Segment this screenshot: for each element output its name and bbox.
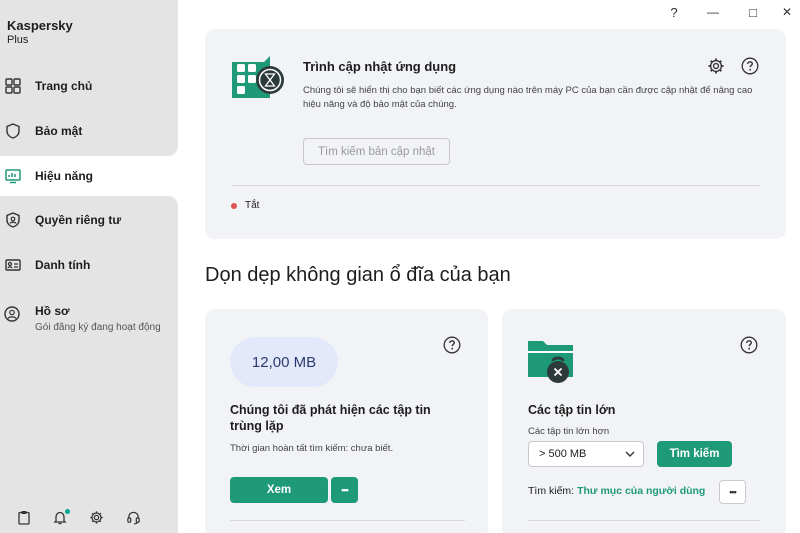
app-updater-card: Trình cập nhật ứng dụng Chúng tôi sẽ hiể…	[205, 29, 786, 239]
monitor-performance-icon	[4, 167, 22, 185]
section-title: Dọn dẹp không gian ổ đĩa của bạn	[205, 264, 511, 286]
user-folders-link[interactable]: Thư mục của người dùng	[577, 485, 705, 497]
app-edition: Plus	[7, 34, 29, 46]
id-card-icon	[4, 256, 22, 274]
sidebar-item-home[interactable]: Trang chủ	[0, 66, 178, 106]
app-updater-icon	[230, 56, 288, 104]
subscription-status: Gói đăng ký đang hoạt động	[35, 322, 161, 333]
large-files-card: Các tập tin lớn Các tập tin lớn hơn > 50…	[502, 309, 786, 533]
window-help-button[interactable]: ?	[664, 3, 684, 21]
duplicate-size-badge: 12,00 MB	[230, 337, 338, 387]
status-dot	[231, 202, 237, 209]
sidebar-item-label: Trang chủ	[35, 79, 93, 93]
duplicate-files-card: 12,00 MB Chúng tôi đã phát hiện các tập …	[205, 309, 488, 533]
status-text: Tắt	[245, 200, 260, 211]
headset-icon[interactable]	[126, 510, 142, 526]
divider	[528, 520, 760, 521]
settings-gear-icon[interactable]	[707, 57, 725, 75]
card-title: Các tập tin lớn	[528, 403, 616, 417]
gear-icon[interactable]	[89, 510, 105, 526]
window-maximize-button[interactable]: □	[743, 3, 763, 21]
more-options-button[interactable]: •••	[719, 480, 746, 504]
search-location-label: Tìm kiếm:	[528, 485, 575, 497]
more-dots-icon: •••	[729, 487, 737, 497]
chevron-down-icon	[625, 448, 635, 460]
sidebar-item-profile[interactable]: Hồ sơ Gói đăng ký đang hoạt động	[0, 300, 178, 340]
divider	[230, 520, 465, 521]
help-icon[interactable]	[443, 336, 461, 354]
sidebar-item-label: Danh tính	[35, 258, 91, 272]
sidebar: Kaspersky Plus Trang chủ Bảo mật Hiệu nă…	[0, 0, 178, 533]
sidebar-item-performance[interactable]: Hiệu năng	[0, 156, 178, 196]
clipboard-icon[interactable]	[17, 510, 33, 526]
window-close-button[interactable]: ✕	[777, 3, 797, 21]
sidebar-item-label: Quyền riêng tư	[35, 213, 122, 227]
more-options-button[interactable]: •••	[331, 477, 358, 503]
view-button[interactable]: Xem	[230, 477, 328, 503]
search-time-note: Thời gian hoàn tất tìm kiếm: chưa biết.	[230, 443, 394, 454]
sidebar-footer	[0, 509, 178, 530]
home-grid-icon	[4, 77, 22, 95]
sidebar-item-label: Bảo mật	[35, 124, 83, 138]
sidebar-item-label: Hiệu năng	[35, 169, 94, 183]
status-indicator: Tắt	[231, 200, 259, 211]
search-location: Tìm kiếm: Thư mục của người dùng	[528, 485, 705, 497]
profile-label: Hồ sơ	[35, 304, 70, 318]
sidebar-item-privacy[interactable]: Quyền riêng tư	[0, 200, 178, 240]
user-icon	[4, 306, 22, 324]
app-name: Kaspersky	[7, 18, 73, 33]
bell-icon[interactable]	[53, 509, 70, 526]
privacy-shield-icon	[4, 211, 22, 229]
sidebar-item-security[interactable]: Bảo mật	[0, 111, 178, 151]
divider	[231, 185, 761, 186]
brand: Kaspersky Plus	[7, 18, 73, 46]
folder-weight-icon	[527, 337, 575, 385]
search-updates-button[interactable]: Tìm kiếm bản cập nhật	[303, 138, 450, 165]
help-icon[interactable]	[740, 336, 758, 354]
help-icon[interactable]	[741, 57, 759, 75]
window-minimize-button[interactable]: —	[703, 3, 723, 21]
shield-icon	[4, 122, 22, 140]
notification-dot	[65, 509, 70, 514]
card-title: Chúng tôi đã phát hiện các tập tin trùng…	[230, 403, 431, 433]
search-large-files-button[interactable]: Tìm kiếm	[657, 441, 732, 467]
size-filter-label: Các tập tin lớn hơn	[528, 426, 610, 437]
sidebar-item-identity[interactable]: Danh tính	[0, 245, 178, 285]
size-filter-select[interactable]: > 500 MB	[528, 441, 644, 467]
more-dots-icon: •••	[341, 485, 349, 495]
card-title: Trình cập nhật ứng dụng	[303, 59, 457, 74]
card-description: Chúng tôi sẽ hiển thị cho bạn biết các ứ…	[303, 85, 753, 110]
size-filter-value: > 500 MB	[539, 448, 587, 460]
